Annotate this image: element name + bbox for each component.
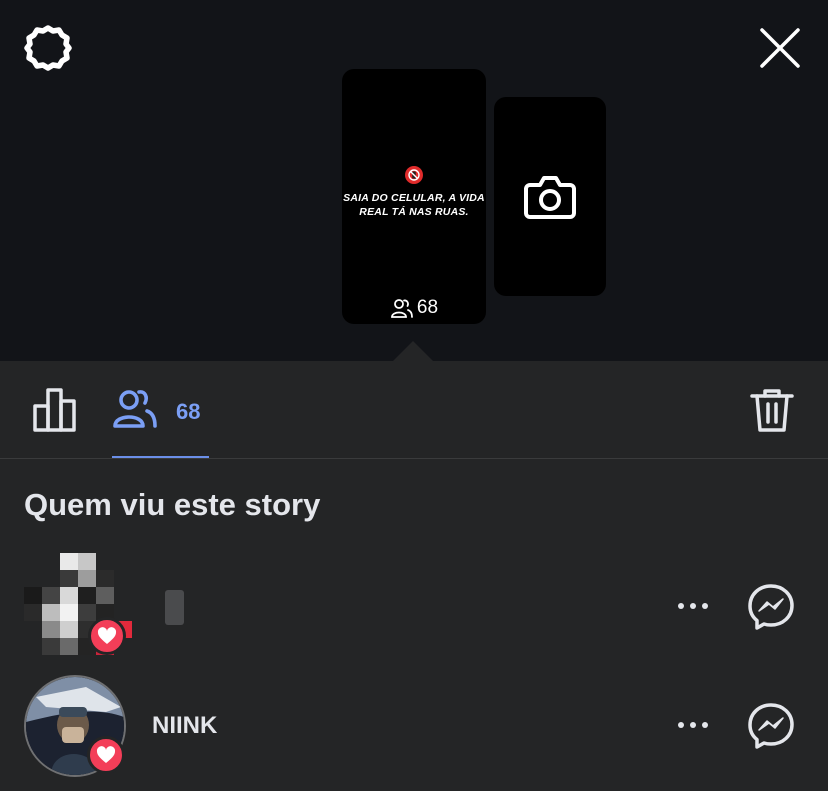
more-options-button[interactable] (670, 708, 716, 742)
viewer-name-redacted (165, 590, 184, 625)
close-button[interactable] (754, 22, 806, 74)
people-icon (391, 299, 413, 318)
settings-button[interactable] (22, 22, 74, 74)
messenger-icon (748, 584, 794, 630)
viewer-row[interactable]: NIINK (0, 670, 828, 780)
add-story-card[interactable] (494, 97, 606, 296)
story-tabs: 68 (0, 361, 828, 459)
camera-icon (524, 175, 576, 219)
more-icon (678, 603, 708, 609)
viewer-row[interactable] (0, 551, 828, 661)
more-icon (678, 722, 708, 728)
bar-chart-icon (33, 388, 76, 432)
selected-story-pointer (393, 341, 433, 361)
trash-icon (750, 389, 794, 432)
heart-icon (97, 627, 117, 644)
tab-insights[interactable] (30, 386, 82, 434)
no-phone-emoji-icon (405, 166, 423, 184)
active-tab-indicator (112, 456, 209, 458)
story-thumbnail[interactable]: SAIA DO CELULAR, A VIDA REAL TÁ NAS RUAS… (342, 69, 486, 324)
viewers-section-title: Quem viu este story (24, 487, 321, 522)
messenger-button[interactable] (746, 701, 796, 751)
tab-viewers[interactable]: 68 (112, 386, 209, 457)
messenger-button[interactable] (746, 582, 796, 632)
viewers-count: 68 (176, 399, 201, 424)
people-icon (113, 390, 157, 428)
more-options-button[interactable] (670, 589, 716, 623)
story-preview-area: SAIA DO CELULAR, A VIDA REAL TÁ NAS RUAS… (0, 0, 828, 361)
close-icon (760, 28, 800, 68)
heart-reaction-badge (88, 617, 126, 655)
avatar[interactable] (24, 670, 128, 777)
viewer-name[interactable]: NIINK (152, 712, 217, 740)
heart-icon (96, 746, 116, 763)
messenger-icon (748, 703, 794, 749)
gear-icon (24, 25, 72, 71)
delete-story-button[interactable] (748, 386, 796, 434)
story-viewer-count: 68 (342, 295, 486, 321)
story-caption: SAIA DO CELULAR, A VIDA REAL TÁ NAS RUAS… (343, 192, 485, 218)
avatar[interactable] (24, 551, 132, 655)
heart-reaction-badge (87, 736, 125, 774)
